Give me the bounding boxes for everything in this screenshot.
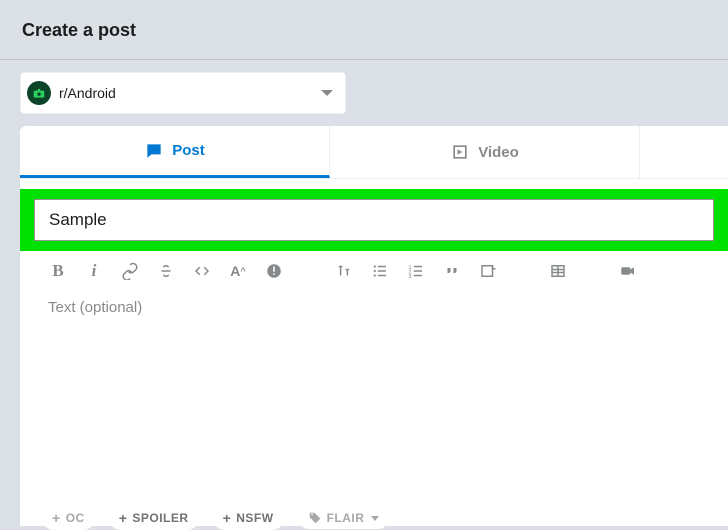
oc-button[interactable]: + OC <box>42 506 95 530</box>
spoiler-tag-button[interactable]: + SPOILER <box>109 506 199 530</box>
heading-button[interactable] <box>334 261 354 281</box>
community-selector[interactable]: r/Android <box>20 72 346 114</box>
strikethrough-button[interactable] <box>156 261 176 281</box>
video-icon <box>450 142 470 162</box>
quote-button[interactable] <box>442 261 462 281</box>
spoiler-label: SPOILER <box>132 511 188 525</box>
body-placeholder: Text (optional) <box>48 299 142 316</box>
title-highlight <box>20 189 728 251</box>
link-button[interactable] <box>120 261 140 281</box>
formatting-toolbar: B i A^ 123 <box>20 251 728 285</box>
tags-row: + OC + SPOILER + NSFW FLAIR <box>42 506 389 530</box>
oc-label: OC <box>66 511 85 525</box>
chevron-down-icon <box>371 516 379 521</box>
number-list-button[interactable]: 123 <box>406 261 426 281</box>
italic-button[interactable]: i <box>84 261 104 281</box>
svg-text:3: 3 <box>409 274 412 280</box>
title-input[interactable] <box>34 199 714 241</box>
nsfw-button[interactable]: + NSFW <box>213 506 284 530</box>
codeblock-button[interactable] <box>478 261 498 281</box>
post-icon <box>144 141 164 161</box>
tag-icon <box>308 511 322 525</box>
flair-label: FLAIR <box>327 511 365 525</box>
divider <box>0 59 728 60</box>
community-icon <box>27 81 51 105</box>
table-button[interactable] <box>548 261 568 281</box>
bullet-list-button[interactable] <box>370 261 390 281</box>
flair-button[interactable]: FLAIR <box>298 507 390 529</box>
superscript-button[interactable]: A^ <box>228 261 248 281</box>
community-name: r/Android <box>59 85 321 101</box>
code-button[interactable] <box>192 261 212 281</box>
tab-post-label: Post <box>172 142 205 159</box>
video-insert-button[interactable] <box>618 261 638 281</box>
create-post-card: Post Video B i A^ 123 Text (optional) + <box>20 126 728 526</box>
tabs: Post Video <box>20 126 728 179</box>
chevron-down-icon <box>321 90 333 96</box>
body-textarea[interactable]: Text (optional) <box>20 285 728 366</box>
tab-video-label: Video <box>478 144 519 161</box>
bold-button[interactable]: B <box>48 261 68 281</box>
page-title: Create a post <box>0 0 728 59</box>
spoiler-button[interactable] <box>264 261 284 281</box>
tab-video[interactable]: Video <box>330 126 640 178</box>
tab-post[interactable]: Post <box>20 126 330 178</box>
nsfw-label: NSFW <box>236 511 273 525</box>
